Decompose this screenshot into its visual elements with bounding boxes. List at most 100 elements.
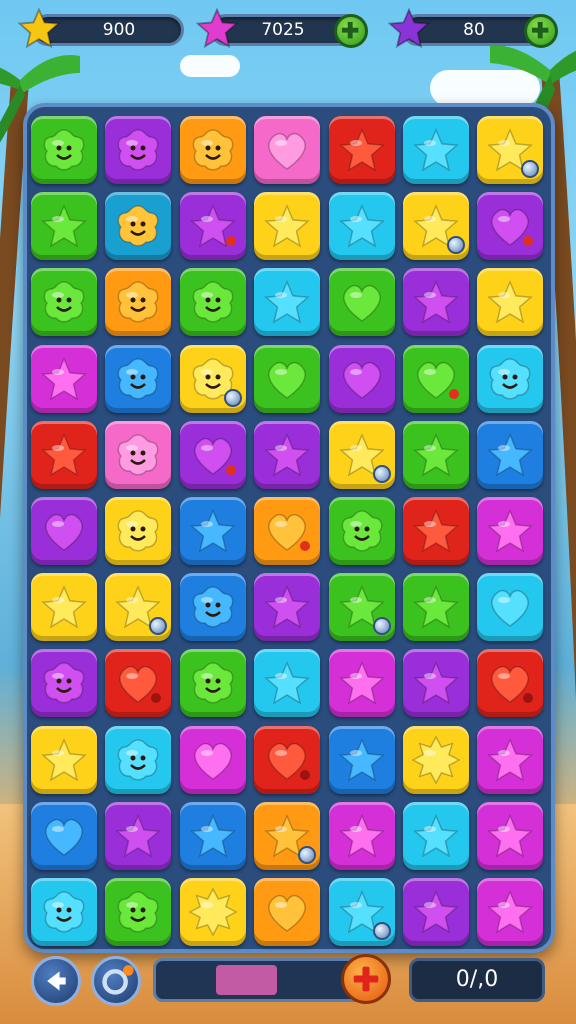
board-tile[interactable] <box>105 116 172 184</box>
board-tile[interactable] <box>179 344 246 413</box>
board-tile[interactable] <box>179 116 246 184</box>
board-tile[interactable] <box>328 344 395 413</box>
board-tile[interactable] <box>179 573 246 642</box>
board-tile[interactable] <box>477 497 544 565</box>
board-tile[interactable] <box>403 725 469 794</box>
board-tile[interactable] <box>328 725 395 794</box>
plus-icon <box>531 21 549 39</box>
bomb-dot-icon <box>449 388 459 399</box>
settings-button[interactable] <box>91 956 141 1006</box>
board-tile[interactable] <box>328 268 395 337</box>
board-tile[interactable] <box>31 116 97 184</box>
board-tile[interactable] <box>179 268 246 337</box>
board-tile[interactable] <box>328 420 395 489</box>
board-tile[interactable] <box>403 801 469 870</box>
board-tile[interactable] <box>328 192 395 261</box>
star-icon <box>413 432 459 477</box>
board-tile[interactable] <box>179 725 246 794</box>
star-icon <box>190 509 236 553</box>
board-tile[interactable] <box>179 649 246 718</box>
board-tile[interactable] <box>31 725 97 794</box>
board-tile[interactable] <box>254 649 321 718</box>
board-tile[interactable] <box>254 344 321 413</box>
board-tile[interactable] <box>179 497 246 565</box>
board-tile[interactable] <box>328 649 395 718</box>
board-tile[interactable] <box>105 497 172 565</box>
board-tile[interactable] <box>179 192 246 261</box>
board-tile[interactable] <box>403 268 469 337</box>
board-tile[interactable] <box>105 573 172 642</box>
board-tile[interactable] <box>31 192 97 261</box>
gem-icon <box>149 617 168 636</box>
board-tile[interactable] <box>254 573 321 642</box>
board-tile[interactable] <box>328 497 395 565</box>
board-tile[interactable] <box>254 878 321 946</box>
board-tile[interactable] <box>477 420 544 489</box>
add-currency-button[interactable] <box>524 14 558 48</box>
board-tile[interactable] <box>31 420 97 489</box>
board-tile[interactable] <box>328 116 395 184</box>
board-tile[interactable] <box>254 497 321 565</box>
board-tile[interactable] <box>403 344 469 413</box>
board-tile[interactable] <box>477 268 544 337</box>
board-tile[interactable] <box>105 801 172 870</box>
board-tile[interactable] <box>328 878 395 946</box>
star-icon <box>41 585 87 629</box>
board-tile[interactable] <box>31 649 97 718</box>
board-tile[interactable] <box>403 497 469 565</box>
star-icon <box>413 128 459 172</box>
board-tile[interactable] <box>328 573 395 642</box>
board-tile[interactable] <box>31 801 97 870</box>
board-tile[interactable] <box>403 573 469 642</box>
board-tile[interactable] <box>31 878 97 946</box>
board-tile[interactable] <box>403 192 469 261</box>
star-icon <box>338 128 385 172</box>
board-tile[interactable] <box>254 725 321 794</box>
board-tile[interactable] <box>179 420 246 489</box>
board-tile[interactable] <box>477 116 544 184</box>
board-tile[interactable] <box>254 192 321 261</box>
board-tile[interactable] <box>179 801 246 870</box>
board-tile[interactable] <box>477 344 544 413</box>
board-tile[interactable] <box>179 878 246 946</box>
board-tile[interactable] <box>31 573 97 642</box>
board-tile[interactable] <box>105 878 172 946</box>
board-tile[interactable] <box>105 725 172 794</box>
back-button[interactable] <box>31 956 81 1006</box>
heart-icon <box>342 361 381 399</box>
board-tile[interactable] <box>105 344 172 413</box>
board-tile[interactable] <box>254 116 321 184</box>
board-tile[interactable] <box>105 649 172 718</box>
board-tile[interactable] <box>31 497 97 565</box>
bomb-dot-icon <box>300 769 311 780</box>
board-tile[interactable] <box>254 801 321 870</box>
star-icon <box>338 813 385 858</box>
board-tile[interactable] <box>403 420 469 489</box>
heart-icon <box>268 133 307 170</box>
star-icon <box>17 7 61 49</box>
board-tile[interactable] <box>403 116 469 184</box>
board-tile[interactable] <box>254 420 321 489</box>
board-tile[interactable] <box>477 725 544 794</box>
board-tile[interactable] <box>403 878 469 946</box>
blob-face-icon <box>118 281 159 323</box>
board-tile[interactable] <box>477 801 544 870</box>
board-tile[interactable] <box>105 420 172 489</box>
heart-icon <box>193 742 232 780</box>
board-tile[interactable] <box>328 801 395 870</box>
cloud <box>180 55 240 77</box>
board-tile[interactable] <box>403 649 469 718</box>
blob-face-icon <box>192 662 234 704</box>
add-currency-button[interactable] <box>334 14 368 48</box>
board-tile[interactable] <box>477 878 544 946</box>
board-tile[interactable] <box>477 649 544 718</box>
board-tile[interactable] <box>105 192 172 261</box>
board-tile[interactable] <box>31 344 97 413</box>
board-tile[interactable] <box>105 268 172 337</box>
add-button[interactable] <box>341 954 391 1004</box>
board-tile[interactable] <box>31 268 97 337</box>
star-icon <box>338 661 385 705</box>
board-tile[interactable] <box>477 573 544 642</box>
board-tile[interactable] <box>254 268 321 337</box>
board-tile[interactable] <box>477 192 544 261</box>
